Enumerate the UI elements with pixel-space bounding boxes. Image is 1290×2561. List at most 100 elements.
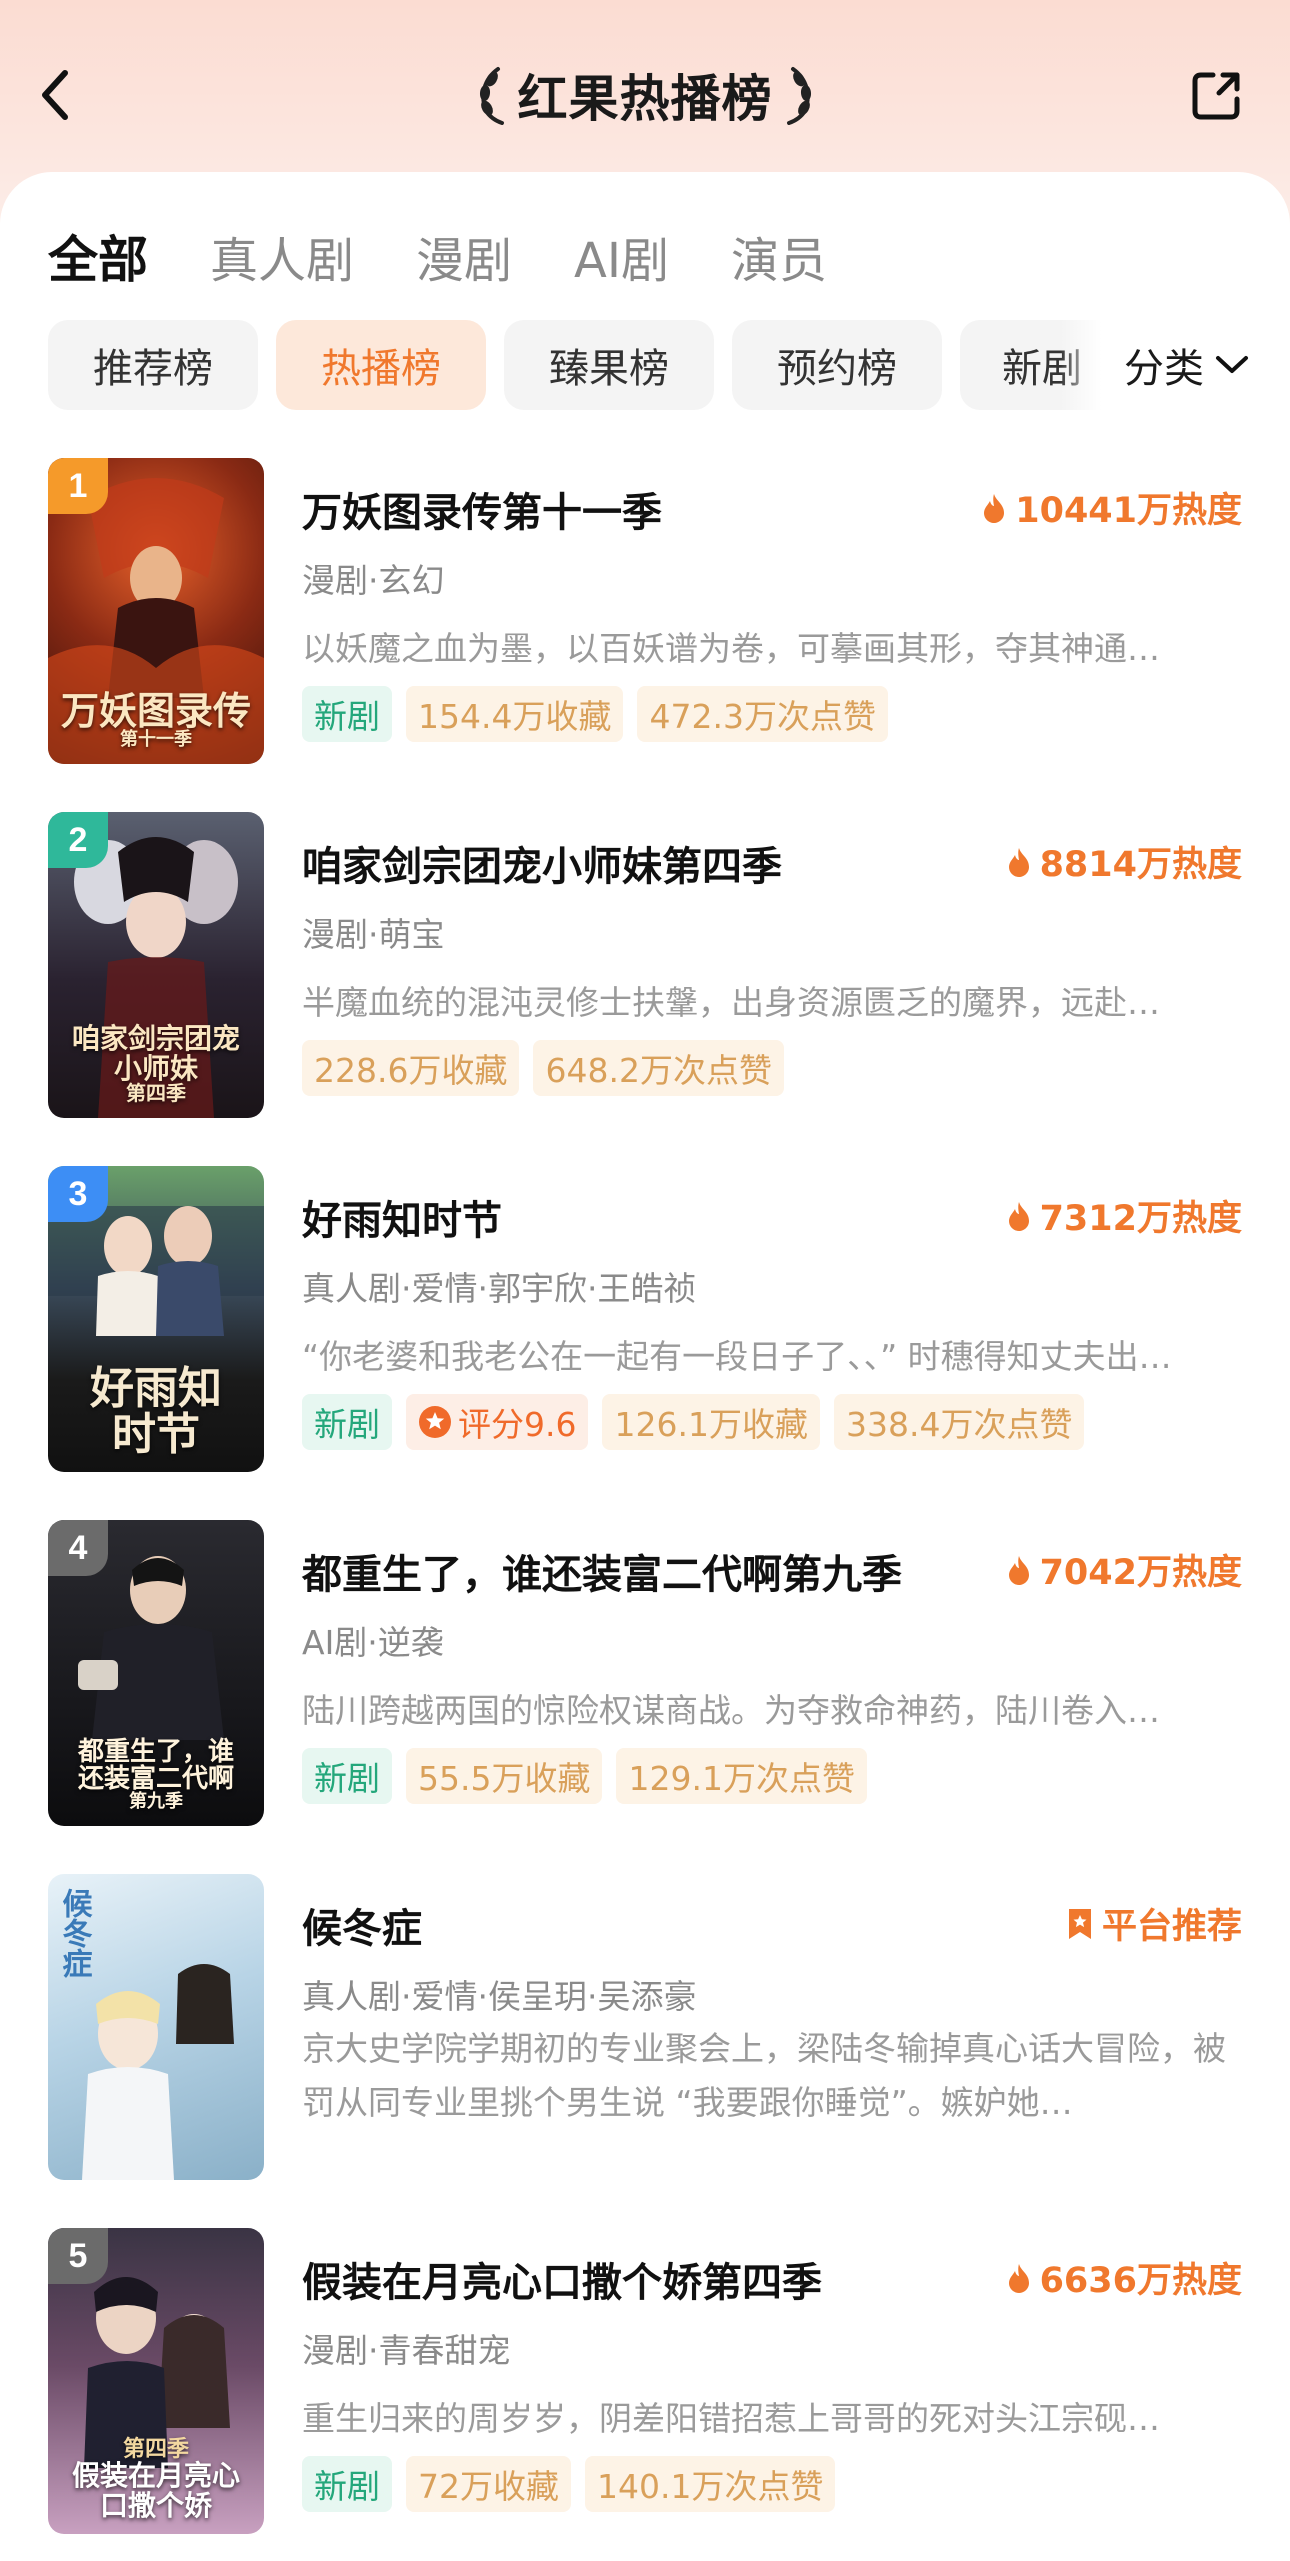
cover-title-main: 咱家剑宗团宠小师妹 [71, 1022, 240, 1085]
promo-text: 平台推荐 [1101, 1907, 1242, 1947]
cover-image: 5 第四季 假装在月亮心口撒个娇 [48, 2228, 264, 2534]
list-item[interactable]: 1 万妖图录传 第十一季 万妖图录传第十一季 10441万热度 漫剧·玄幻 以妖… [48, 458, 1242, 768]
flame-icon [1008, 1555, 1029, 1585]
category-tabs: 全部 真人剧 漫剧 AI剧 演员 [48, 220, 827, 292]
tag-row: 新剧 55.5万收藏 129.1万次点赞 [302, 1748, 867, 1804]
chip-reservation[interactable]: 预约榜 [732, 320, 942, 410]
tab-actors[interactable]: 演员 [731, 221, 827, 291]
tab-comic-drama[interactable]: 漫剧 [416, 221, 512, 291]
laurel-left-icon [479, 67, 504, 125]
back-button[interactable] [22, 62, 88, 128]
tag-row: 新剧 154.4万收藏 472.3万次点赞 [302, 686, 888, 742]
page-title: 红果热播榜 [517, 70, 773, 128]
tag-row: 新剧 72万收藏 140.1万次点赞 [302, 2456, 836, 2512]
chip-premium[interactable]: 臻果榜 [504, 320, 714, 410]
cover-title-sub: 第四季 [126, 1081, 186, 1105]
favorites-tag: 126.1万收藏 [602, 1394, 820, 1450]
new-tag: 新剧 [302, 686, 392, 742]
laurel-right-icon [786, 67, 811, 125]
genre-meta: 真人剧·爱情·侯呈玥·吴添豪 [302, 1977, 697, 2016]
rank-badge: 1 [48, 458, 108, 514]
tab-ai-drama[interactable]: AI剧 [574, 221, 669, 291]
drama-title: 都重生了，谁还装富二代啊第九季 [302, 1552, 902, 1598]
list-item[interactable]: 5 第四季 假装在月亮心口撒个娇 假装在月亮心口撒个娇第四季 6636万热度 漫… [48, 2228, 1242, 2538]
description: 重生归来的周岁岁，阴差阳错招惹上哥哥的死对头江宗砚… [302, 2399, 1160, 2438]
rank-badge: 2 [48, 812, 108, 868]
description: “你老婆和我老公在一起有一段日子了、、” 时穗得知丈夫出… [302, 1337, 1172, 1376]
heat-text: 7312万热度 [1039, 1199, 1242, 1239]
chip-hot[interactable]: 热播榜 [276, 320, 486, 410]
tab-all[interactable]: 全部 [48, 220, 148, 292]
rank-badge: 4 [48, 1520, 108, 1576]
category-dropdown[interactable]: 分类 [1060, 320, 1250, 410]
cover-title: 万妖图录传 第十一季 [48, 691, 264, 750]
likes-tag: 472.3万次点赞 [637, 686, 888, 742]
heat-text: 10441万热度 [1015, 491, 1242, 531]
item-info: 咱家剑宗团宠小师妹第四季 8814万热度 漫剧·萌宝 半魔血统的混沌灵修士扶鞶，… [302, 812, 1242, 1118]
cover-title-main: 万妖图录传 [60, 688, 251, 734]
tag-row: 228.6万收藏 648.2万次点赞 [302, 1040, 784, 1096]
flame-icon [1008, 2263, 1029, 2293]
chevron-left-icon [42, 70, 68, 120]
tab-live-action[interactable]: 真人剧 [210, 221, 354, 291]
star-badge-icon [419, 1406, 451, 1438]
favorites-tag: 72万收藏 [406, 2456, 571, 2512]
share-button[interactable] [1184, 62, 1250, 128]
rank-badge: 5 [48, 2228, 108, 2284]
list-item[interactable]: 3 好雨知时节 好雨知时节 7312万热度 真人剧·爱情·郭宇欣·王皓祯 “你老… [48, 1166, 1242, 1476]
favorites-tag: 154.4万收藏 [406, 686, 624, 742]
heat-text: 6636万热度 [1039, 2261, 1242, 2301]
chip-recommend[interactable]: 推荐榜 [48, 320, 258, 410]
rank-badge: 3 [48, 1166, 108, 1222]
cover-title: 都重生了，谁还装富二代啊 第九季 [48, 1738, 264, 1812]
tag-row: 新剧 评分9.6 126.1万收藏 338.4万次点赞 [302, 1394, 1085, 1450]
cover-title: 第四季 假装在月亮心口撒个娇 [48, 2438, 264, 2520]
new-tag: 新剧 [302, 1748, 392, 1804]
cover-image: 候冬症 [48, 1874, 264, 2180]
drama-title: 咱家剑宗团宠小师妹第四季 [302, 844, 782, 890]
description: 陆川跨越两国的惊险权谋商战。为夺救命神药，陆川卷入… [302, 1691, 1160, 1730]
cover-title-main: 候冬症 [56, 1888, 92, 1978]
cover-title-sub: 第四季 [122, 2436, 189, 2463]
score-text: 评分9.6 [458, 1405, 577, 1444]
likes-tag: 338.4万次点赞 [833, 1394, 1085, 1450]
drama-title: 候冬症 [302, 1906, 422, 1952]
cover-title: 好雨知时节 [48, 1362, 264, 1460]
flame-icon [984, 493, 1005, 523]
bookmark-star-icon [1068, 1908, 1091, 1939]
genre-meta: 真人剧·爱情·郭宇欣·王皓祯 [302, 1269, 697, 1308]
platform-recommend: 平台推荐 [1066, 1898, 1242, 1949]
item-info: 都重生了，谁还装富二代啊第九季 7042万热度 AI剧·逆袭 陆川跨越两国的惊险… [302, 1520, 1242, 1826]
cover-title-main: 好雨知时节 [90, 1362, 222, 1460]
cover-title-main: 假装在月亮心口撒个娇 [71, 2459, 240, 2522]
heat-value: 10441万热度 [981, 482, 1242, 533]
category-label: 分类 [1124, 346, 1204, 392]
list-item[interactable]: 4 都重生了，谁还装富二代啊 第九季 都重生了，谁还装富二代啊第九季 7042万… [48, 1520, 1242, 1830]
item-info: 候冬症 平台推荐 真人剧·爱情·侯呈玥·吴添豪 京大史学院学期初的专业聚会上，梁… [302, 1874, 1242, 2180]
drama-title: 好雨知时节 [302, 1198, 502, 1244]
item-info: 假装在月亮心口撒个娇第四季 6636万热度 漫剧·青春甜宠 重生归来的周岁岁，阴… [302, 2228, 1242, 2534]
favorites-tag: 228.6万收藏 [302, 1040, 520, 1096]
cover-title-sub: 第十一季 [120, 729, 192, 751]
new-tag: 新剧 [302, 1394, 392, 1450]
heat-value: 7042万热度 [1006, 1544, 1242, 1595]
content-panel: 全部 真人剧 漫剧 AI剧 演员 推荐榜 热播榜 臻果榜 预约榜 新剧 分类 1… [0, 172, 1290, 2561]
heat-value: 6636万热度 [1006, 2252, 1242, 2303]
cover-image: 2 咱家剑宗团宠小师妹 第四季 [48, 812, 264, 1118]
item-info: 万妖图录传第十一季 10441万热度 漫剧·玄幻 以妖魔之血为墨，以百妖谱为卷，… [302, 458, 1242, 764]
heat-text: 8814万热度 [1039, 845, 1242, 885]
share-icon [1192, 72, 1240, 120]
header: 红果热播榜 [0, 40, 1290, 150]
heat-value: 8814万热度 [1006, 836, 1242, 887]
score-tag: 评分9.6 [406, 1394, 589, 1450]
cover-title: 咱家剑宗团宠小师妹 第四季 [48, 1024, 264, 1104]
list-item[interactable]: 候冬症 候冬症 平台推荐 真人剧·爱情·侯呈玥·吴添豪 京大史学院学期初的专业聚… [48, 1874, 1242, 2184]
genre-meta: 漫剧·玄幻 [302, 561, 445, 600]
heat-value: 7312万热度 [1006, 1190, 1242, 1241]
item-info: 好雨知时节 7312万热度 真人剧·爱情·郭宇欣·王皓祯 “你老婆和我老公在一起… [302, 1166, 1242, 1472]
likes-tag: 140.1万次点赞 [585, 2456, 836, 2512]
description: 以妖魔之血为墨，以百妖谱为卷，可摹画其形，夺其神通… [302, 629, 1160, 668]
list-item[interactable]: 2 咱家剑宗团宠小师妹 第四季 咱家剑宗团宠小师妹第四季 8814万热度 漫剧·… [48, 812, 1242, 1122]
likes-tag: 129.1万次点赞 [616, 1748, 867, 1804]
drama-title: 万妖图录传第十一季 [302, 490, 662, 536]
